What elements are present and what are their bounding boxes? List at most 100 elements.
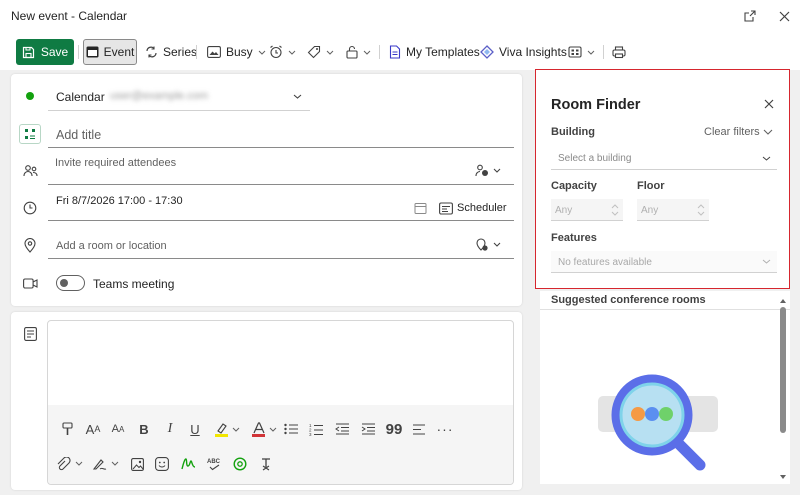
save-label: Save [40, 45, 69, 59]
save-button[interactable]: Save [16, 39, 74, 65]
title-underline [48, 147, 514, 148]
add-people-icon [475, 164, 501, 176]
floor-spinbutton[interactable]: Any [637, 199, 709, 221]
insert-picture-icon[interactable] [129, 455, 145, 473]
font-size-icon[interactable]: AA [109, 420, 127, 438]
italic-icon[interactable]: I [162, 420, 178, 438]
printer-icon [612, 46, 626, 59]
floor-label: Floor [637, 180, 665, 192]
divider [540, 309, 790, 310]
categorize-dropdown[interactable] [307, 40, 334, 64]
separator [603, 45, 604, 59]
bold-icon[interactable]: B [136, 420, 152, 438]
calendar-picker-icon[interactable] [413, 201, 427, 215]
suggested-rooms-label: Suggested conference rooms [551, 294, 706, 306]
title-input[interactable]: Add title [56, 128, 101, 142]
scrollbar-thumb[interactable] [780, 307, 786, 433]
clear-formatting-icon[interactable] [258, 455, 274, 473]
series-button[interactable]: Series [145, 40, 197, 64]
separator [196, 45, 197, 59]
command-toolbar: Save Event Series Busy My Templates Viva… [0, 34, 800, 70]
building-select[interactable]: Select a building [551, 148, 777, 170]
collapse-filters-chevron-icon[interactable] [762, 127, 774, 137]
emoji-icon[interactable] [154, 455, 170, 473]
calendar-label: Calendar [56, 90, 105, 104]
chevron-down-icon [587, 50, 595, 55]
busy-dropdown[interactable]: Busy [207, 40, 266, 64]
attendee-options-button[interactable] [474, 163, 502, 177]
editor-icon[interactable] [180, 455, 196, 473]
floor-value: Any [641, 205, 659, 216]
calendar-account: user@example.com [110, 90, 208, 102]
people-icon [22, 164, 38, 178]
loop-icon[interactable] [232, 455, 248, 473]
chevron-down-icon [288, 50, 296, 55]
numbering-icon[interactable]: 123 [308, 420, 324, 438]
spelling-icon[interactable]: ABC [206, 455, 224, 473]
svg-text:ABC: ABC [207, 459, 221, 465]
align-icon[interactable] [411, 420, 427, 438]
room-search-icon [476, 238, 501, 251]
calendar-dropdown-chevron-icon[interactable] [292, 92, 302, 100]
my-templates-button[interactable]: My Templates [389, 40, 480, 64]
event-label: Event [103, 45, 135, 59]
room-finder-panel: Room Finder Building Clear filters Selec… [535, 69, 790, 289]
capacity-value: Any [555, 205, 573, 216]
highlight-icon[interactable] [213, 420, 241, 438]
chevron-down-icon [762, 259, 771, 264]
location-input[interactable]: Add a room or location [56, 240, 167, 252]
room-finder-toggle-button[interactable] [476, 238, 502, 252]
attendees-underline [48, 184, 514, 185]
increase-indent-icon[interactable] [360, 420, 376, 438]
datetime-field[interactable]: Fri 8/7/2026 17:00 - 17:30 [56, 195, 183, 207]
calendar-underline [48, 110, 310, 111]
capacity-spinbutton[interactable]: Any [551, 199, 623, 221]
pop-out-icon[interactable] [742, 8, 758, 24]
notes-icon [22, 326, 38, 342]
event-button[interactable]: Event [83, 39, 137, 65]
event-icon [86, 46, 99, 58]
quote-icon[interactable]: 99 [386, 420, 403, 438]
lock-icon [346, 45, 358, 59]
svg-text:3: 3 [309, 432, 312, 436]
signature-icon[interactable] [91, 455, 121, 473]
templates-icon [389, 45, 401, 59]
viva-insights-icon [480, 45, 494, 59]
viva-insights-button[interactable]: Viva Insights [480, 40, 567, 64]
room-finder-title: Room Finder [551, 97, 641, 113]
title-bar: New event - Calendar [0, 0, 800, 32]
features-select-text: No features available [558, 257, 652, 268]
teams-meeting-toggle[interactable] [56, 275, 85, 291]
building-label: Building [551, 126, 595, 138]
more-options-icon[interactable]: ··· [437, 420, 453, 438]
bullets-icon[interactable] [283, 420, 299, 438]
attendees-input[interactable]: Invite required attendees [55, 157, 176, 169]
chevron-down-icon [258, 50, 266, 55]
close-window-icon[interactable] [776, 8, 792, 24]
features-label: Features [551, 232, 597, 244]
datetime-underline [48, 220, 514, 221]
room-search-illustration-icon [598, 361, 718, 481]
features-select[interactable]: No features available [551, 251, 777, 273]
suggested-rooms-scrollbar[interactable] [779, 298, 787, 484]
privacy-dropdown[interactable] [346, 40, 371, 64]
attach-file-icon[interactable] [55, 455, 85, 473]
format-painter-icon[interactable] [58, 420, 76, 438]
underline-icon[interactable]: U [187, 420, 203, 438]
close-room-finder-icon[interactable] [762, 97, 776, 111]
decrease-indent-icon[interactable] [334, 420, 350, 438]
spin-arrows-icon [611, 204, 619, 216]
chevron-down-icon [326, 50, 334, 55]
series-label: Series [163, 45, 198, 59]
scheduler-button[interactable]: Scheduler [457, 202, 507, 214]
building-select-text: Select a building [558, 153, 632, 164]
font-icon[interactable]: AA [84, 420, 102, 438]
font-color-icon[interactable] [250, 420, 278, 438]
separator [78, 45, 79, 59]
clear-filters-link[interactable]: Clear filters [704, 126, 760, 138]
save-icon [22, 46, 34, 58]
print-button[interactable] [612, 40, 626, 64]
title-icon [19, 124, 41, 144]
apps-dropdown[interactable] [568, 40, 595, 64]
reminder-dropdown[interactable] [269, 40, 296, 64]
